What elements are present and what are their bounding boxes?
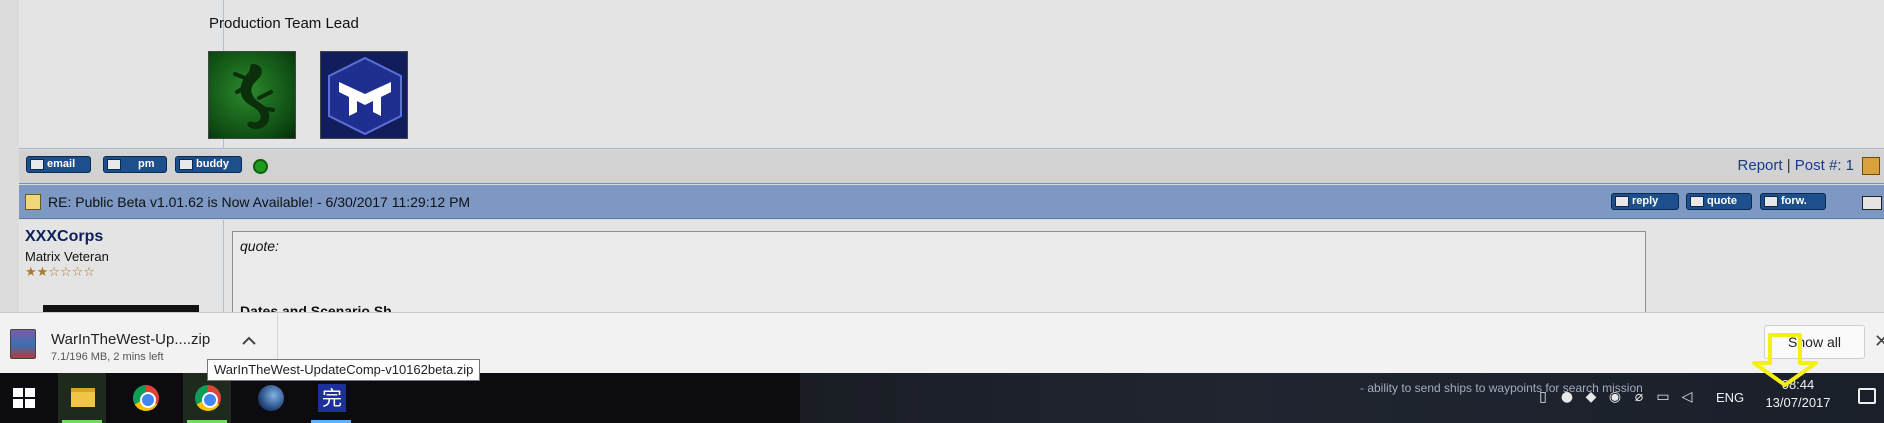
language-indicator[interactable]: ENG	[1716, 390, 1744, 405]
signature-title: Production Team Lead	[209, 15, 359, 32]
mail-icon[interactable]	[1862, 196, 1882, 210]
author-column: XXXCorps Matrix Veteran ★★☆☆☆☆	[19, 220, 224, 315]
buddy-button[interactable]: buddy	[175, 156, 242, 173]
post-actions-row: email pm buddy Report | Post #: 1	[19, 150, 1884, 184]
envelope-icon	[30, 159, 44, 170]
email-button[interactable]: email	[26, 156, 91, 173]
author-rank: Matrix Veteran	[25, 249, 109, 264]
shield-icon[interactable]: ◆	[1582, 388, 1600, 406]
steam-icon	[258, 385, 284, 411]
forward-label: forw.	[1781, 195, 1807, 207]
quote-button[interactable]: quote	[1686, 193, 1752, 210]
background-window-text: - ability to send ships to waypoints for…	[1360, 381, 1643, 395]
email-label: email	[47, 158, 76, 170]
pm-icon	[107, 159, 121, 170]
download-filename: WarInTheWest-Up....zip	[51, 331, 211, 348]
steam-tray-icon[interactable]: ●	[1558, 388, 1576, 406]
forward-icon	[1764, 196, 1778, 207]
highlight-arrow-icon	[1752, 333, 1818, 387]
taskbar-chrome-1[interactable]	[121, 373, 169, 423]
archive-file-icon	[10, 329, 36, 359]
close-icon[interactable]: ✕	[1874, 331, 1884, 352]
post-number[interactable]: Post #: 1	[1795, 157, 1854, 174]
chevron-up-icon[interactable]	[240, 333, 258, 351]
quote-label: quote	[1707, 195, 1737, 207]
author-username[interactable]: XXXCorps	[25, 228, 103, 246]
taskbar-explorer[interactable]	[58, 373, 106, 423]
screen: Production Team Lead email pm buddy Repo…	[0, 0, 1884, 423]
report-link[interactable]: Report	[1738, 157, 1783, 174]
post-header-row: RE: Public Beta v1.01.62 is Now Availabl…	[19, 185, 1884, 219]
buddy-icon	[179, 159, 193, 170]
volume-icon[interactable]: ◁	[1678, 388, 1696, 406]
quote-heading: quote:	[240, 238, 279, 254]
quote-icon	[1690, 196, 1704, 207]
report-area: Report | Post #: 1	[1738, 157, 1854, 174]
download-tooltip: WarInTheWest-UpdateComp-v10162beta.zip	[207, 359, 481, 381]
game-icon: 完	[318, 384, 346, 412]
buddy-label: buddy	[196, 158, 229, 170]
network-icon[interactable]: ⌀	[1630, 388, 1648, 406]
forward-button[interactable]: forw.	[1760, 193, 1826, 210]
rank-stars-icon: ★★☆☆☆☆	[25, 265, 95, 280]
reply-icon	[1615, 196, 1629, 207]
notification-icon[interactable]	[1858, 388, 1876, 404]
forum-page: Production Team Lead email pm buddy Repo…	[0, 0, 1884, 321]
quote-box: quote: Dates and Scenario Sh...	[232, 231, 1646, 321]
start-button[interactable]	[0, 373, 48, 423]
post-icon	[25, 194, 41, 210]
chrome-icon	[133, 385, 159, 411]
lizard-logo-image	[208, 51, 296, 139]
post-title: RE: Public Beta v1.01.62 is Now Availabl…	[48, 194, 471, 210]
folder-icon	[71, 388, 95, 407]
separator: |	[1786, 157, 1791, 174]
post-body-row: XXXCorps Matrix Veteran ★★☆☆☆☆ quote: Da…	[19, 220, 1884, 321]
antivirus-icon[interactable]: ◉	[1606, 388, 1624, 406]
reply-label: reply	[1632, 195, 1659, 207]
reply-button[interactable]: reply	[1611, 193, 1679, 210]
download-bar: WarInTheWest-Up....zip 7.1/196 MB, 2 min…	[0, 312, 1884, 387]
pm-button[interactable]: pm	[103, 156, 167, 173]
usb-icon[interactable]: ▯	[1534, 388, 1552, 406]
windows-icon	[13, 388, 35, 408]
go-to-top-icon[interactable]	[1862, 157, 1880, 175]
author-column-empty	[19, 0, 224, 149]
download-status: 7.1/196 MB, 2 mins left	[51, 351, 164, 363]
matrix-logo-image	[320, 51, 408, 139]
chrome-icon	[195, 385, 221, 411]
clock-date: 13/07/2017	[1765, 395, 1831, 410]
online-status-icon	[253, 159, 268, 174]
display-icon[interactable]: ▭	[1654, 388, 1672, 406]
pm-label: pm	[138, 158, 155, 170]
